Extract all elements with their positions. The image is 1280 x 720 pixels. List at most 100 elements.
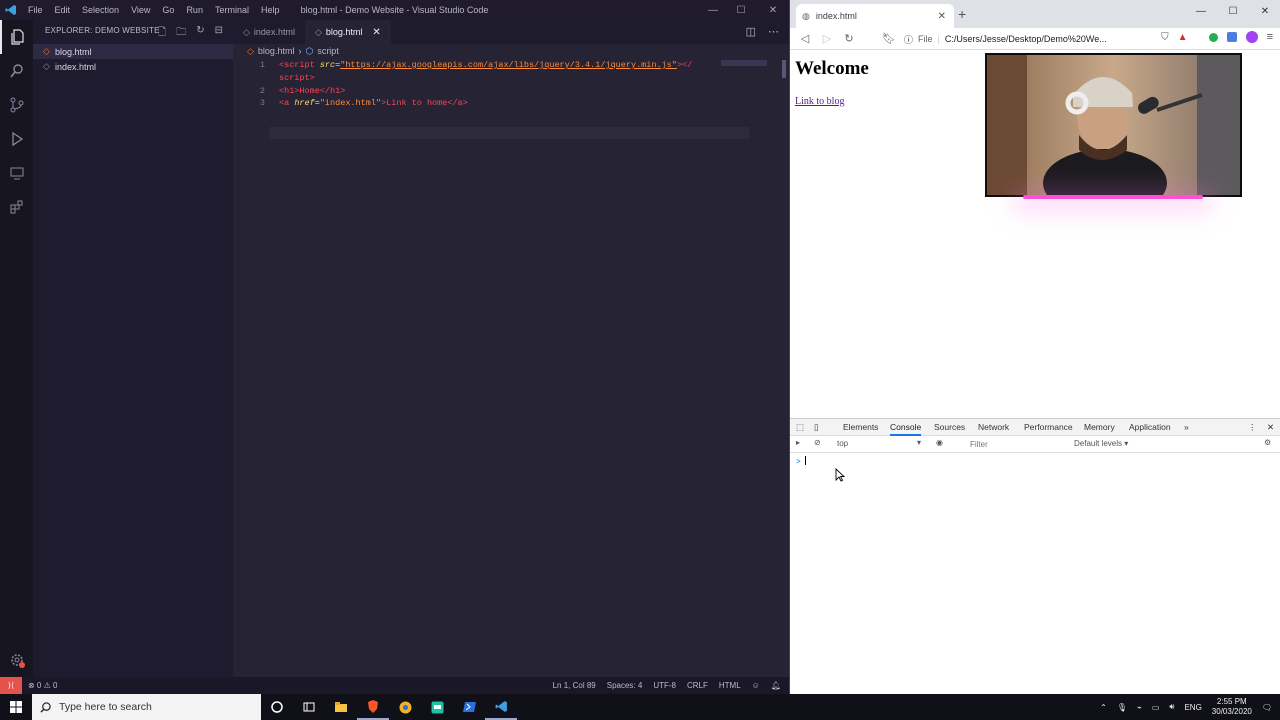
- scrollbar-thumb[interactable]: [782, 60, 786, 78]
- menu-selection[interactable]: Selection: [76, 0, 125, 20]
- maximize-icon[interactable]: ☐: [1217, 0, 1249, 22]
- input-language[interactable]: ENG: [1184, 703, 1201, 712]
- kebab-menu-icon[interactable]: ⋮: [1248, 419, 1257, 436]
- live-expression-eye-icon[interactable]: ◉: [936, 438, 943, 447]
- code-editor[interactable]: 1 2 3 <script src="https://ajax.googleap…: [233, 58, 789, 678]
- tab-index-html[interactable]: ◇ index.html: [233, 20, 305, 44]
- remote-explorer-icon[interactable]: [0, 156, 33, 190]
- grammarly-extension-icon[interactable]: [1208, 32, 1218, 42]
- back-icon[interactable]: ◁: [794, 32, 816, 45]
- refresh-icon[interactable]: ↻: [196, 25, 204, 42]
- new-tab-icon[interactable]: +: [958, 6, 966, 22]
- new-folder-icon[interactable]: 🗀: [176, 25, 186, 42]
- chevron-up-icon[interactable]: ⌃: [1100, 703, 1107, 712]
- menu-view[interactable]: View: [125, 0, 156, 20]
- search-icon[interactable]: [0, 54, 33, 88]
- breadcrumb-file[interactable]: blog.html: [258, 46, 295, 56]
- code-token: "https://ajax.googleapis.com/ajax/libs/j…: [340, 60, 677, 70]
- network-icon[interactable]: ⌁: [1137, 703, 1142, 712]
- problems-count[interactable]: ⊗ 0 ⚠ 0: [28, 681, 57, 690]
- file-explorer-icon[interactable]: [325, 694, 357, 720]
- encoding[interactable]: UTF-8: [653, 681, 676, 690]
- inspect-element-icon[interactable]: ⬚: [796, 419, 804, 436]
- cursor-position[interactable]: Ln 1, Col 89: [553, 681, 596, 690]
- browser-tab[interactable]: ◍ index.html ✕: [796, 4, 954, 28]
- menu-icon[interactable]: ≡: [1267, 31, 1273, 43]
- address-scheme-label: File: [918, 34, 933, 44]
- menu-go[interactable]: Go: [156, 0, 180, 20]
- tab-console[interactable]: Console: [890, 419, 922, 436]
- profile-avatar[interactable]: [1245, 31, 1258, 43]
- clear-console-icon[interactable]: ⊘: [814, 438, 821, 447]
- bookmark-icon[interactable]: 🔖︎: [878, 32, 900, 45]
- explorer-file-index[interactable]: ◇ index.html: [33, 59, 233, 74]
- notifications-bell-icon[interactable]: 🔔︎: [771, 681, 781, 690]
- indentation[interactable]: Spaces: 4: [607, 681, 643, 690]
- tab-blog-html[interactable]: ◇ blog.html ✕: [304, 20, 391, 44]
- translate-extension-icon[interactable]: [1226, 32, 1237, 42]
- taskbar-search-box[interactable]: Type here to search: [32, 694, 261, 720]
- tab-elements[interactable]: Elements: [843, 419, 878, 436]
- windows-start-icon[interactable]: [0, 694, 32, 720]
- battery-icon[interactable]: ▭: [1152, 703, 1160, 712]
- settings-gear-icon[interactable]: [0, 643, 33, 677]
- maximize-icon[interactable]: ☐: [725, 0, 757, 20]
- sidebar-toggle-icon[interactable]: ▸: [796, 438, 800, 447]
- console-input[interactable]: [805, 456, 806, 465]
- tab-memory[interactable]: Memory: [1084, 419, 1115, 436]
- menu-run[interactable]: Run: [180, 0, 209, 20]
- clock[interactable]: 2:55 PM 30/03/2020: [1212, 697, 1252, 717]
- alert-extension-icon[interactable]: ▲: [1178, 32, 1188, 43]
- powershell-icon[interactable]: [453, 694, 485, 720]
- tab-application[interactable]: Application: [1129, 419, 1171, 436]
- close-tab-icon[interactable]: ✕: [938, 11, 946, 22]
- remote-indicator-icon[interactable]: ⟩⟨: [0, 677, 22, 694]
- close-icon[interactable]: ✕: [1249, 0, 1280, 22]
- tab-performance[interactable]: Performance: [1024, 419, 1073, 436]
- microphone-icon[interactable]: 🎙︎: [1117, 703, 1127, 712]
- extensions-icon[interactable]: [0, 190, 33, 224]
- breadcrumb-symbol[interactable]: script: [317, 46, 339, 56]
- close-icon[interactable]: ✕: [757, 0, 789, 20]
- cortana-icon[interactable]: [261, 694, 293, 720]
- notification-center-icon[interactable]: 🗨︎: [1262, 703, 1272, 712]
- minimize-icon[interactable]: —: [1185, 0, 1217, 22]
- source-control-icon[interactable]: [0, 88, 33, 122]
- shield-extension-icon[interactable]: ⛉: [1161, 32, 1169, 43]
- chat-app-icon[interactable]: [421, 694, 453, 720]
- explorer-file-blog[interactable]: ◇ blog.html: [33, 44, 233, 59]
- context-select[interactable]: top: [837, 439, 848, 448]
- close-devtools-icon[interactable]: ✕: [1267, 419, 1274, 436]
- language-mode[interactable]: HTML: [719, 681, 741, 690]
- reload-icon[interactable]: ↻: [838, 32, 860, 45]
- log-levels-dropdown[interactable]: Default levels ▾: [1074, 439, 1128, 448]
- explorer-icon[interactable]: [0, 20, 33, 54]
- menu-terminal[interactable]: Terminal: [209, 0, 255, 20]
- brave-browser-icon[interactable]: [357, 694, 389, 720]
- close-tab-icon[interactable]: ✕: [372, 27, 380, 38]
- device-toolbar-icon[interactable]: ▯: [814, 419, 819, 436]
- feedback-icon[interactable]: ☺: [752, 681, 760, 690]
- console-filter-input[interactable]: [955, 438, 1065, 451]
- blog-link[interactable]: Link to blog: [795, 96, 844, 107]
- end-of-line[interactable]: CRLF: [687, 681, 708, 690]
- collapse-all-icon[interactable]: ⊟: [215, 25, 223, 42]
- run-debug-icon[interactable]: [0, 122, 33, 156]
- split-editor-icon[interactable]: ◫: [746, 25, 756, 38]
- menu-edit[interactable]: Edit: [49, 0, 77, 20]
- tab-sources[interactable]: Sources: [934, 419, 965, 436]
- menu-help[interactable]: Help: [255, 0, 286, 20]
- forward-icon[interactable]: ▷: [816, 32, 838, 45]
- volume-icon[interactable]: 🔊︎: [1169, 702, 1174, 712]
- chrome-canary-icon[interactable]: [389, 694, 421, 720]
- more-tabs-icon[interactable]: »: [1184, 419, 1189, 436]
- vscode-taskbar-icon[interactable]: [485, 694, 517, 720]
- more-actions-icon[interactable]: ⋯: [768, 25, 779, 38]
- address-bar[interactable]: ⓘ File | C:/Users/Jesse/Desktop/Demo%20W…: [904, 30, 1114, 48]
- menu-file[interactable]: File: [22, 0, 49, 20]
- console-settings-gear-icon[interactable]: ⚙: [1264, 438, 1271, 447]
- new-file-icon[interactable]: 🗋: [158, 25, 166, 42]
- minimap[interactable]: [721, 60, 767, 66]
- tab-network[interactable]: Network: [978, 419, 1009, 436]
- task-view-icon[interactable]: [293, 694, 325, 720]
